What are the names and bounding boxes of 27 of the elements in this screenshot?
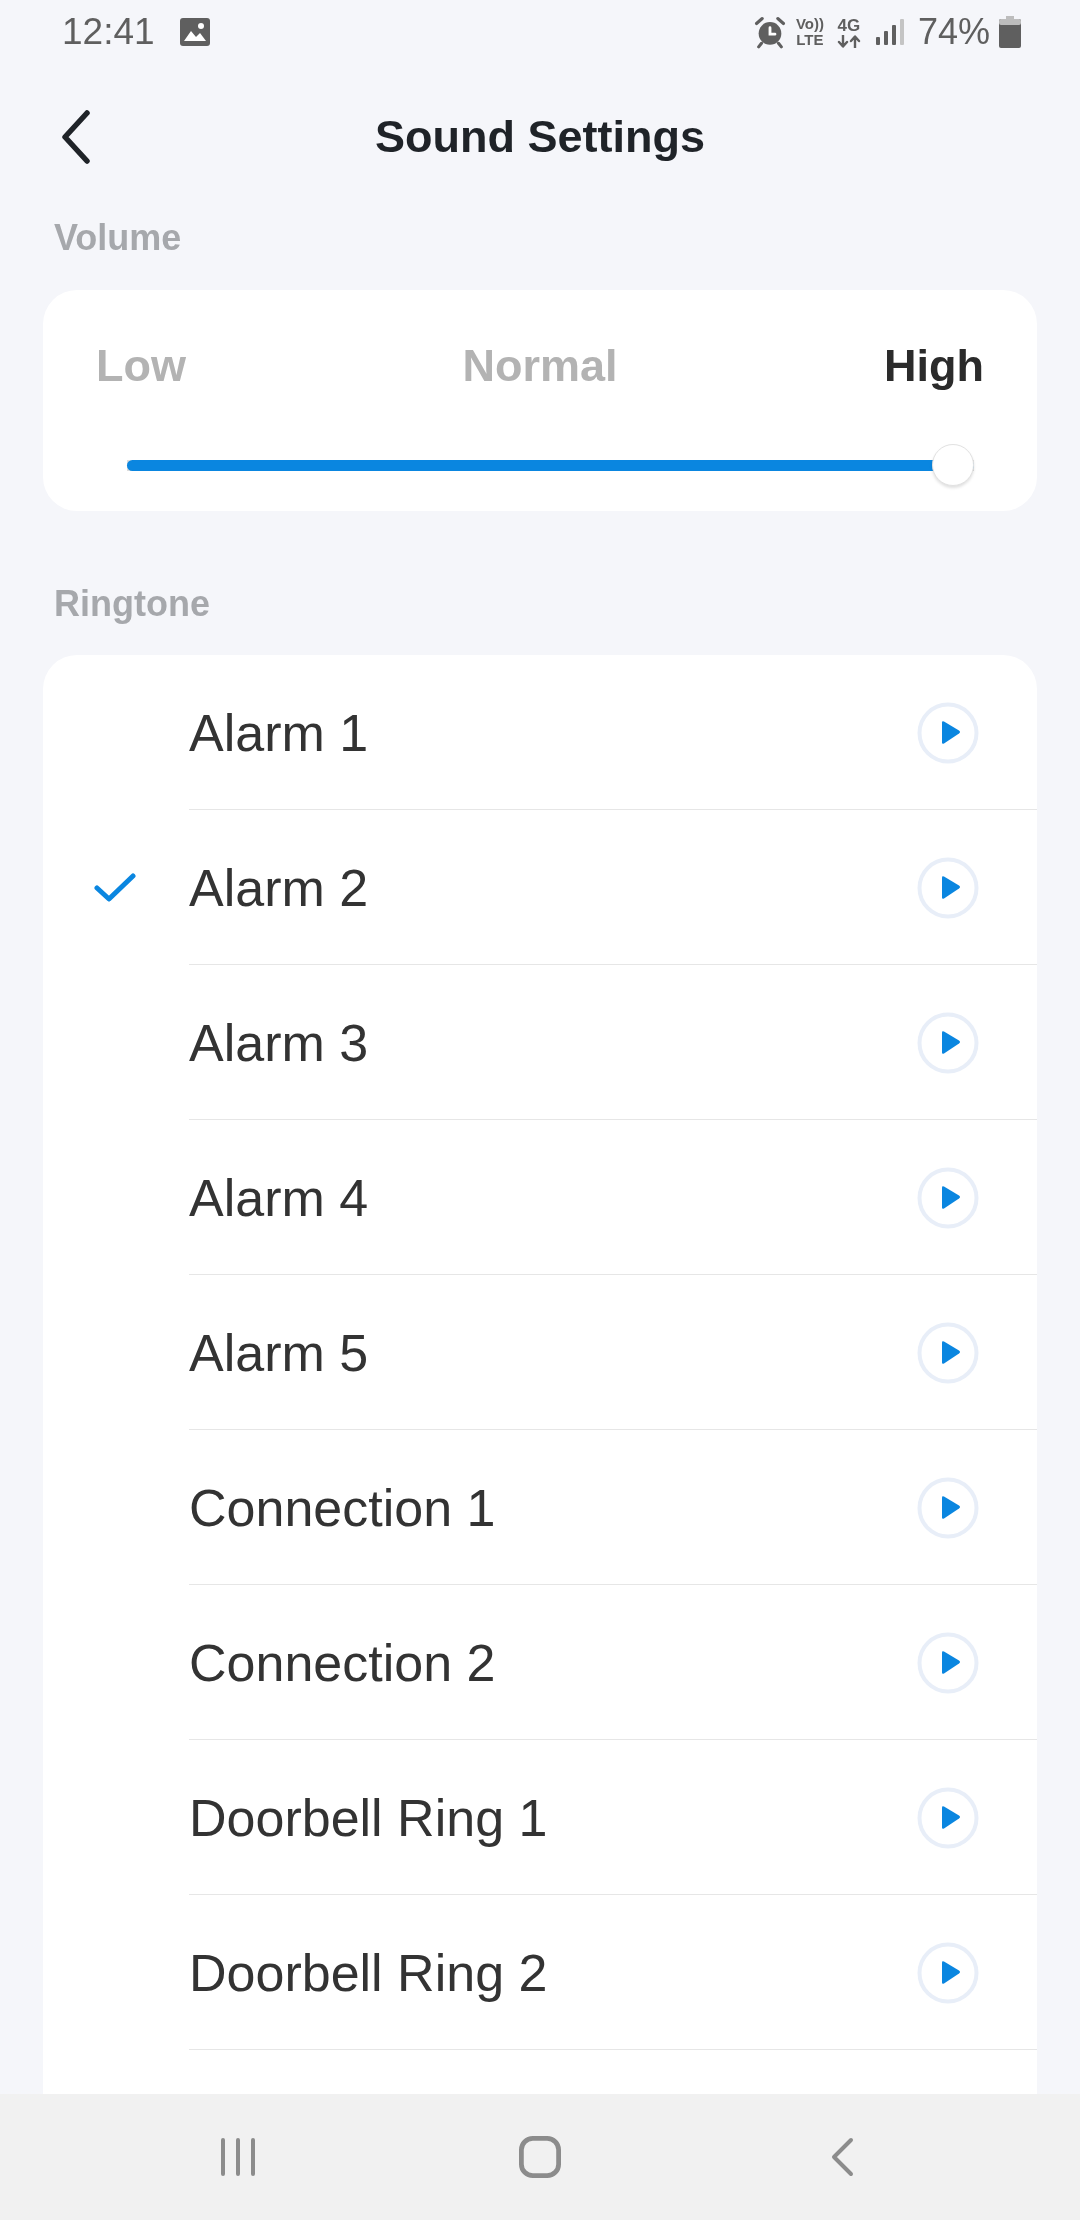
data-arrows-icon — [835, 34, 862, 48]
page-title: Sound Settings — [375, 110, 705, 164]
section-label: Ringtone — [54, 582, 210, 626]
battery-percent: 74% — [917, 10, 990, 54]
play-icon[interactable] — [917, 1941, 979, 2004]
battery-icon — [999, 16, 1021, 48]
slider-thumb[interactable] — [932, 444, 974, 486]
play-icon[interactable] — [917, 1166, 979, 1229]
play-icon[interactable] — [917, 1321, 979, 1384]
section-label: Volume — [54, 216, 182, 260]
network-type-label: 4G — [837, 16, 861, 35]
play-icon[interactable] — [917, 856, 979, 919]
home-icon[interactable] — [519, 2136, 561, 2178]
recents-icon[interactable] — [220, 2137, 256, 2177]
image-icon — [179, 18, 210, 46]
signal-icon — [875, 19, 904, 45]
volte-label: Vo)) — [795, 16, 824, 32]
play-icon[interactable] — [917, 1011, 979, 1074]
play-icon[interactable] — [917, 701, 979, 764]
status-time: 12:41 — [62, 10, 155, 54]
volume-level-option[interactable]: High — [884, 338, 984, 393]
play-icon[interactable] — [917, 1476, 979, 1539]
play-icon[interactable] — [917, 1631, 979, 1694]
alarm-clock-icon — [752, 15, 787, 49]
play-icon[interactable] — [917, 1786, 979, 1849]
lte-label: LTE — [796, 32, 824, 48]
back-icon[interactable] — [61, 110, 91, 164]
